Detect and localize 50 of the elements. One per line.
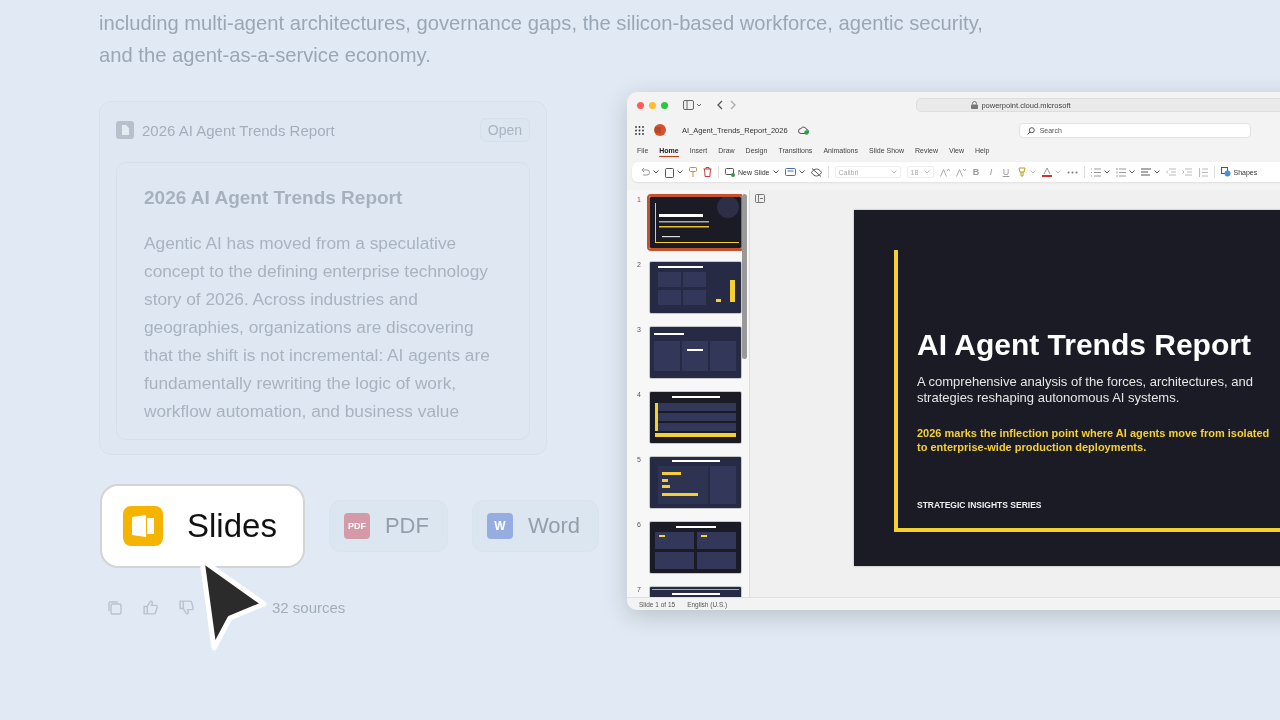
caret-icon[interactable] — [1153, 170, 1160, 174]
slide-thumbnail[interactable] — [649, 391, 742, 444]
more-icon[interactable] — [1066, 170, 1078, 174]
panel-toggle-icon[interactable] — [755, 194, 765, 203]
layout-icon[interactable] — [784, 168, 796, 176]
slide-highlight-text: 2026 marks the inflection point where AI agents move from isolated — [917, 426, 1270, 440]
slide-thumbnail[interactable] — [649, 456, 742, 509]
preview-title: 2026 AI Agent Trends Report — [144, 187, 404, 209]
caret-icon[interactable] — [1103, 170, 1110, 174]
slide-title: AI Agent Trends Report — [917, 328, 1252, 362]
slide-thumbnail[interactable] — [649, 261, 742, 314]
slide-thumbnail[interactable] — [649, 326, 742, 379]
intro-paragraph: including multi-agent architectures, governance gaps, the silicon-based workforce, agentic security, and the agent-as-a-service economy. — [99, 11, 984, 68]
document-icon — [116, 121, 134, 139]
word-icon: W — [486, 513, 513, 539]
caret-icon[interactable] — [772, 170, 779, 174]
highlighter-icon[interactable] — [1016, 167, 1027, 177]
caret-icon[interactable] — [1128, 170, 1135, 174]
format-painter-icon[interactable] — [689, 166, 697, 178]
slides-export-button[interactable]: Slides — [100, 484, 305, 568]
powerpoint-logo-icon — [654, 124, 666, 136]
slide-subtitle: A comprehensive analysis of the forces, architectures, and strategies reshaping autonomous AI systems. — [917, 374, 1254, 406]
scrollbar-thumb[interactable] — [742, 194, 747, 359]
font-color-icon[interactable] — [1041, 167, 1052, 177]
delete-icon[interactable] — [703, 167, 712, 177]
caret-icon[interactable] — [798, 170, 805, 174]
slide-thumbnail[interactable] — [649, 196, 742, 249]
cloud-saved-icon — [797, 125, 809, 135]
thumbs-down-icon[interactable] — [178, 599, 195, 616]
slide-thumbnail[interactable] — [649, 521, 742, 574]
slide-highlight-text: to enterprise-wide production deployments. — [917, 440, 1147, 454]
pdf-icon: PDF — [343, 513, 370, 539]
back-icon[interactable] — [716, 100, 724, 110]
new-slide-icon — [725, 167, 735, 177]
shapes-icon — [1220, 167, 1231, 177]
document-title: 2026 AI Agent Trends Report — [142, 121, 336, 139]
series-label: STRATEGIC INSIGHTS SERIES — [917, 500, 1043, 510]
caret-icon — [890, 170, 897, 174]
clipboard-icon[interactable] — [665, 166, 674, 178]
sidebar-icon[interactable] — [683, 100, 703, 110]
caret-icon — [923, 170, 930, 174]
slides-icon — [123, 506, 163, 546]
hide-slide-icon[interactable] — [810, 167, 822, 177]
search-icon — [1026, 126, 1035, 135]
caret-icon[interactable] — [653, 170, 659, 174]
thumbs-up-icon[interactable] — [142, 599, 159, 616]
lock-icon — [971, 101, 979, 109]
close-icon[interactable] — [637, 101, 644, 109]
app-launcher-icon[interactable] — [635, 125, 644, 135]
caret-icon[interactable] — [677, 170, 683, 174]
